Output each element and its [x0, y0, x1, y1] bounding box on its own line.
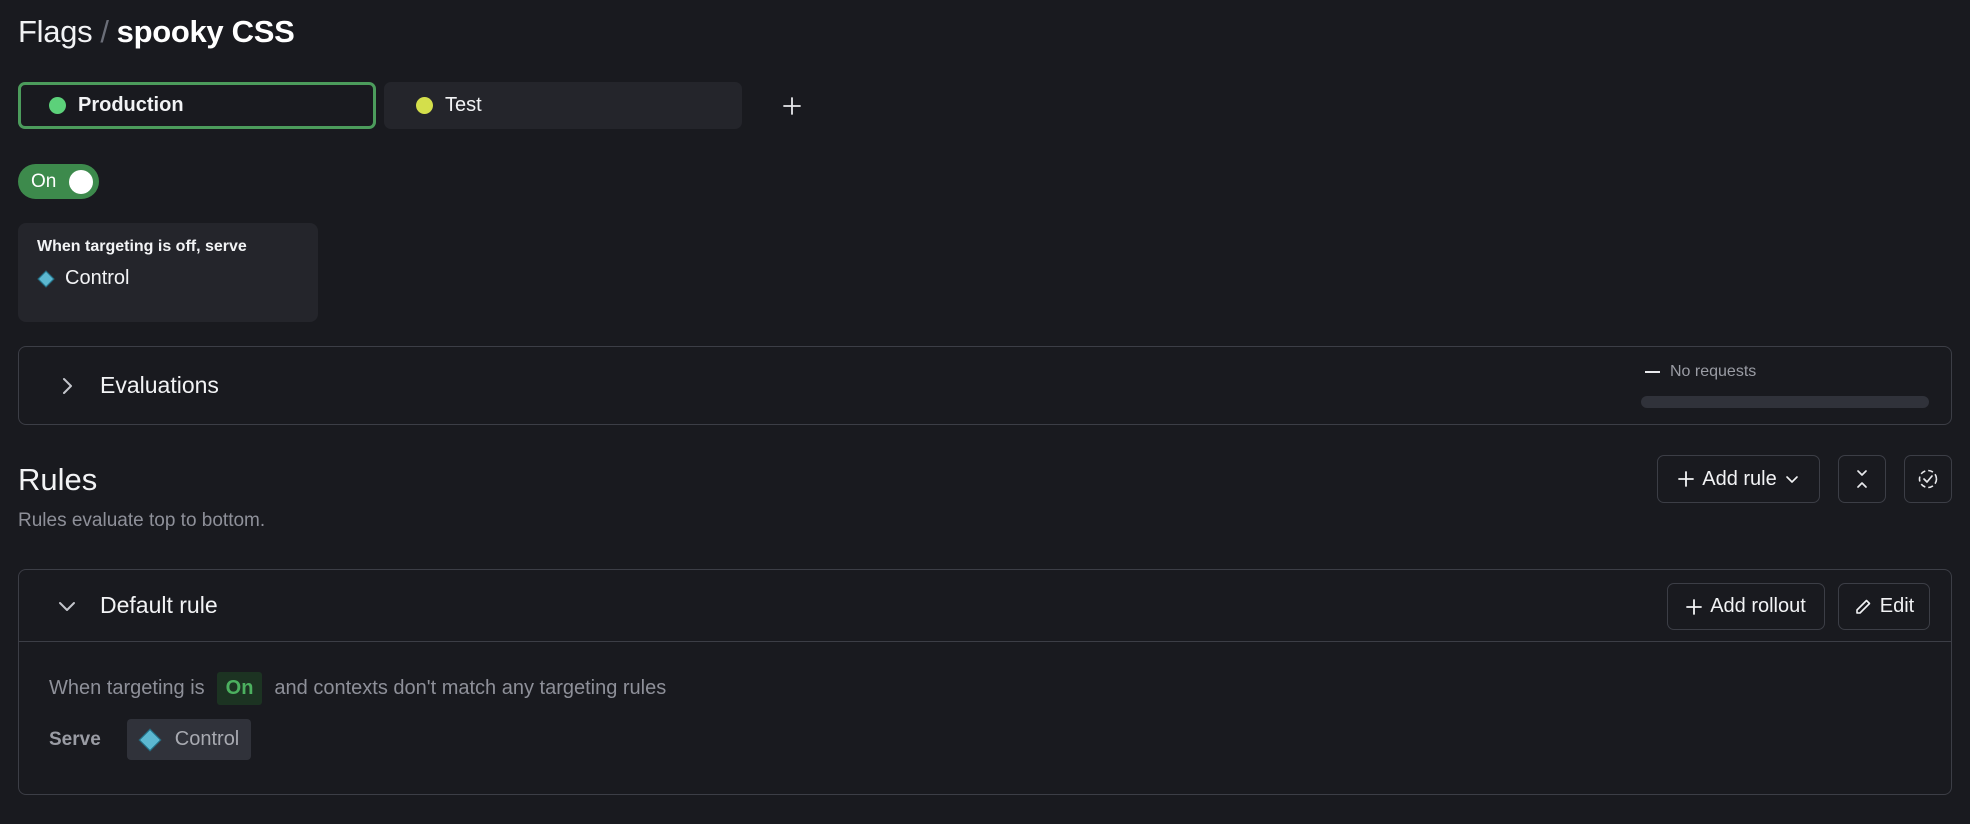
- chevron-down-icon: [1785, 476, 1798, 483]
- breadcrumb-separator: /: [100, 14, 109, 49]
- off-variation-title: When targeting is off, serve: [37, 238, 247, 255]
- chevron-down-icon[interactable]: [57, 596, 77, 616]
- default-rule-card: Default rule Add rollout Edit When targe…: [18, 569, 1952, 795]
- sentence-prefix: When targeting is: [49, 677, 205, 699]
- add-environment-button[interactable]: [772, 86, 812, 126]
- tab-label: Production: [78, 94, 184, 116]
- evaluations-status: No requests: [1641, 363, 1929, 408]
- tab-label: Test: [445, 94, 482, 116]
- serve-row: Serve Control: [49, 719, 1921, 760]
- default-rule-description: When targeting is On and contexts don't …: [49, 672, 1921, 705]
- edit-button[interactable]: Edit: [1838, 583, 1930, 630]
- serve-variation-name: Control: [174, 728, 240, 750]
- serve-variation-chip[interactable]: Control: [126, 719, 252, 760]
- diamond-icon: [37, 270, 55, 287]
- rules-subtitle: Rules evaluate top to bottom.: [18, 510, 266, 531]
- serve-label: Serve: [49, 728, 101, 750]
- evaluations-status-row: No requests: [1645, 363, 1929, 381]
- add-rule-label: Add rule: [1702, 467, 1777, 490]
- off-variation-card: When targeting is off, serve Control: [18, 223, 318, 322]
- evaluations-panel: Evaluations No requests: [18, 346, 1952, 425]
- tab-production[interactable]: Production: [18, 82, 376, 129]
- env-status-dot-icon: [416, 97, 433, 114]
- rules-heading: Rules: [18, 462, 98, 497]
- targeting-toggle[interactable]: On: [18, 164, 99, 199]
- collapse-all-icon: [1857, 470, 1867, 488]
- environment-tabs: Production Test: [18, 82, 812, 129]
- add-rule-button[interactable]: Add rule: [1657, 455, 1820, 503]
- diamond-icon: [138, 728, 162, 751]
- targeting-state-badge: On: [216, 672, 263, 705]
- toggle-knob: [69, 169, 93, 194]
- plus-icon: [1686, 598, 1703, 615]
- env-status-dot-icon: [49, 97, 66, 114]
- default-rule-body: When targeting is On and contexts don't …: [19, 672, 1951, 760]
- evaluations-progress-bar: [1641, 396, 1929, 408]
- breadcrumb: Flags / spooky CSS: [18, 14, 295, 50]
- default-rule-header: Default rule Add rollout Edit: [19, 570, 1951, 642]
- plus-icon: [1678, 471, 1695, 487]
- toggle-label: On: [31, 170, 57, 192]
- tab-test[interactable]: Test: [384, 82, 742, 129]
- edit-label: Edit: [1879, 595, 1915, 617]
- dashed-check-circle-icon: [1918, 469, 1938, 489]
- plus-icon: [783, 96, 801, 115]
- off-variation-value: Control: [37, 267, 299, 290]
- breadcrumb-flags-link[interactable]: Flags: [18, 14, 93, 50]
- pencil-icon: [1855, 599, 1871, 614]
- dash-icon: [1645, 371, 1660, 373]
- collapse-all-button[interactable]: [1838, 455, 1886, 503]
- evaluations-status-text: No requests: [1670, 363, 1757, 380]
- page-title: spooky CSS: [116, 14, 295, 49]
- review-changes-button[interactable]: [1904, 455, 1952, 503]
- default-rule-title: Default rule: [100, 592, 218, 618]
- variation-name: Control: [65, 267, 130, 289]
- flag-targeting-page: Flags / spooky CSS Production Test On Wh…: [0, 0, 1970, 824]
- sentence-suffix: and contexts don't match any targeting r…: [274, 677, 667, 699]
- evaluations-title[interactable]: Evaluations: [100, 372, 219, 399]
- chevron-right-icon[interactable]: [57, 376, 77, 396]
- add-rollout-label: Add rollout: [1710, 595, 1806, 617]
- add-rollout-button[interactable]: Add rollout: [1667, 583, 1825, 630]
